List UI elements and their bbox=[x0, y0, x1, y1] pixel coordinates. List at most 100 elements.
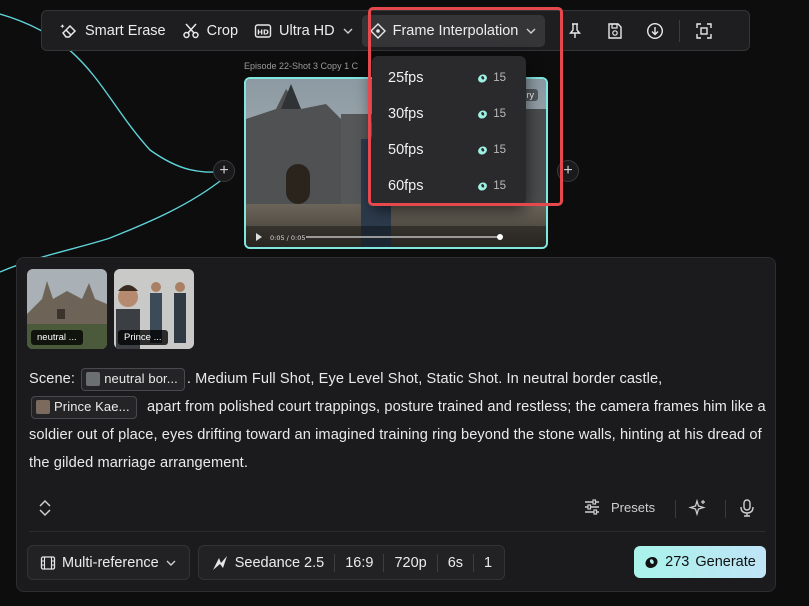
scissors-icon bbox=[182, 23, 199, 38]
prompt-text-part2: apart from polished court trappings, pos… bbox=[29, 399, 766, 471]
frame-rate-menu: 25fps 15 30fps 15 50fps 15 60fps 15 bbox=[372, 56, 526, 204]
ultra-hd-label: Ultra HD bbox=[279, 22, 335, 39]
credit-icon bbox=[478, 145, 488, 155]
plus-icon: + bbox=[219, 162, 229, 179]
generate-button[interactable]: 273 Generate bbox=[634, 546, 766, 578]
credit-cost-value: 15 bbox=[493, 108, 506, 120]
focus-frame-icon bbox=[696, 22, 713, 39]
prompt-text-part1: . Medium Full Shot, Eye Level Shot, Stat… bbox=[186, 371, 663, 387]
action-divider bbox=[725, 500, 726, 518]
reference-thumbnail-prince[interactable]: Prince ... bbox=[114, 269, 194, 349]
add-right-node-button[interactable]: + bbox=[557, 160, 579, 182]
settings-divider bbox=[436, 553, 438, 572]
reference-label: Prince ... bbox=[118, 330, 168, 345]
plus-icon: + bbox=[563, 162, 573, 179]
credit-cost-value: 15 bbox=[493, 180, 506, 192]
generate-label: Generate bbox=[695, 554, 756, 570]
voice-input-button[interactable] bbox=[738, 498, 756, 523]
reference-label: neutral ... bbox=[31, 330, 83, 345]
ratio-label: 16:9 bbox=[345, 554, 374, 571]
scene-label: Scene: bbox=[29, 371, 76, 387]
frame-option-30fps[interactable]: 30fps 15 bbox=[372, 96, 526, 132]
duration-label: 6s bbox=[447, 554, 464, 571]
pin-icon bbox=[569, 22, 582, 38]
resolution-label: 720p bbox=[394, 554, 427, 571]
action-divider bbox=[675, 500, 676, 518]
prompt-panel: neutral ... Prince ... Scene: neutral bo… bbox=[16, 257, 776, 592]
presets-label: Presets bbox=[611, 499, 656, 515]
hd-icon: HD bbox=[254, 23, 272, 38]
save-icon bbox=[608, 22, 623, 39]
mode-label: Multi-reference bbox=[62, 554, 159, 571]
video-time: 0:05 / 0:05 bbox=[270, 234, 306, 242]
credit-icon bbox=[478, 73, 488, 83]
credit-cost-value: 15 bbox=[493, 72, 506, 84]
toolbar-divider bbox=[679, 19, 681, 42]
crop-label: Crop bbox=[206, 22, 239, 39]
chip-label: neutral bor... bbox=[104, 371, 178, 387]
credit-icon bbox=[478, 181, 488, 191]
prince-chip-image bbox=[36, 400, 50, 415]
reference-thumbnail-castle[interactable]: neutral ... bbox=[27, 269, 107, 349]
media-toolbar: Smart Erase Crop HD Ultra HD Frame Inter… bbox=[41, 10, 750, 51]
castle-chip-image bbox=[86, 372, 101, 387]
ai-enhance-button[interactable] bbox=[688, 498, 708, 523]
settings-divider bbox=[473, 553, 475, 572]
frame-option-label: 30fps bbox=[388, 106, 424, 122]
frame-interpolation-button[interactable]: Frame Interpolation bbox=[361, 14, 546, 47]
frame-option-label: 50fps bbox=[388, 142, 424, 158]
pin-button[interactable] bbox=[559, 15, 591, 47]
reference-chip-castle[interactable]: neutral bor... bbox=[81, 367, 185, 391]
credit-cost: 15 bbox=[477, 72, 506, 84]
frame-option-label: 25fps bbox=[388, 70, 424, 86]
sliders-icon bbox=[585, 499, 599, 515]
chevron-down-icon bbox=[526, 28, 536, 34]
node-title: Episode 22-Shot 3 Copy 1 C bbox=[244, 61, 359, 71]
fullscreen-button[interactable] bbox=[688, 15, 720, 47]
save-button[interactable] bbox=[599, 15, 631, 47]
chip-label: Prince Kae... bbox=[54, 399, 130, 415]
chevron-down-icon bbox=[166, 560, 176, 566]
sparkle-icon bbox=[688, 498, 706, 517]
expand-button[interactable] bbox=[37, 499, 53, 522]
chevron-down-icon bbox=[343, 28, 353, 34]
prompt-text[interactable]: Scene: neutral bor... . Medium Full Shot,… bbox=[29, 365, 769, 477]
settings-divider bbox=[383, 553, 385, 572]
crop-button[interactable]: Crop bbox=[174, 15, 246, 47]
svg-text:HD: HD bbox=[257, 28, 269, 36]
smart-erase-button[interactable]: Smart Erase bbox=[52, 15, 174, 47]
model-label: Seedance 2.5 bbox=[234, 554, 325, 571]
microphone-icon bbox=[740, 499, 754, 517]
credit-cost: 15 bbox=[477, 144, 506, 156]
expand-collapse-icon bbox=[39, 499, 51, 517]
credit-icon bbox=[645, 556, 658, 568]
presets-button[interactable]: Presets bbox=[583, 498, 655, 516]
generate-cost: 273 bbox=[665, 554, 690, 570]
seedance-logo-icon bbox=[212, 555, 227, 570]
frame-option-label: 60fps bbox=[388, 178, 424, 194]
credit-cost: 15 bbox=[477, 108, 506, 120]
prompt-actions: Presets bbox=[17, 490, 777, 526]
ultra-hd-button[interactable]: HD Ultra HD bbox=[246, 15, 362, 47]
mode-select[interactable]: Multi-reference bbox=[27, 545, 190, 580]
count-label: 1 bbox=[484, 554, 493, 571]
download-icon bbox=[647, 22, 664, 39]
panel-divider bbox=[29, 531, 765, 532]
download-button[interactable] bbox=[639, 15, 671, 47]
frame-option-50fps[interactable]: 50fps 15 bbox=[372, 132, 526, 168]
settings-divider bbox=[334, 553, 336, 572]
frame-interpolation-label: Frame Interpolation bbox=[392, 22, 519, 39]
credit-cost-value: 15 bbox=[493, 144, 506, 156]
frame-option-25fps[interactable]: 25fps 15 bbox=[372, 60, 526, 96]
frame-option-60fps[interactable]: 60fps 15 bbox=[372, 168, 526, 204]
reference-chip-prince[interactable]: Prince Kae... bbox=[31, 395, 137, 419]
generation-settings: Multi-reference Seedance 2.5 16:9 720p 6… bbox=[27, 545, 506, 580]
credit-cost: 15 bbox=[477, 180, 506, 192]
diamond-icon bbox=[369, 22, 386, 39]
add-left-node-button[interactable]: + bbox=[213, 160, 235, 182]
film-icon bbox=[40, 555, 56, 570]
eraser-icon bbox=[60, 23, 77, 38]
model-settings-button[interactable]: Seedance 2.5 16:9 720p 6s 1 bbox=[197, 545, 506, 580]
credit-icon bbox=[478, 109, 488, 119]
smart-erase-label: Smart Erase bbox=[85, 22, 166, 39]
